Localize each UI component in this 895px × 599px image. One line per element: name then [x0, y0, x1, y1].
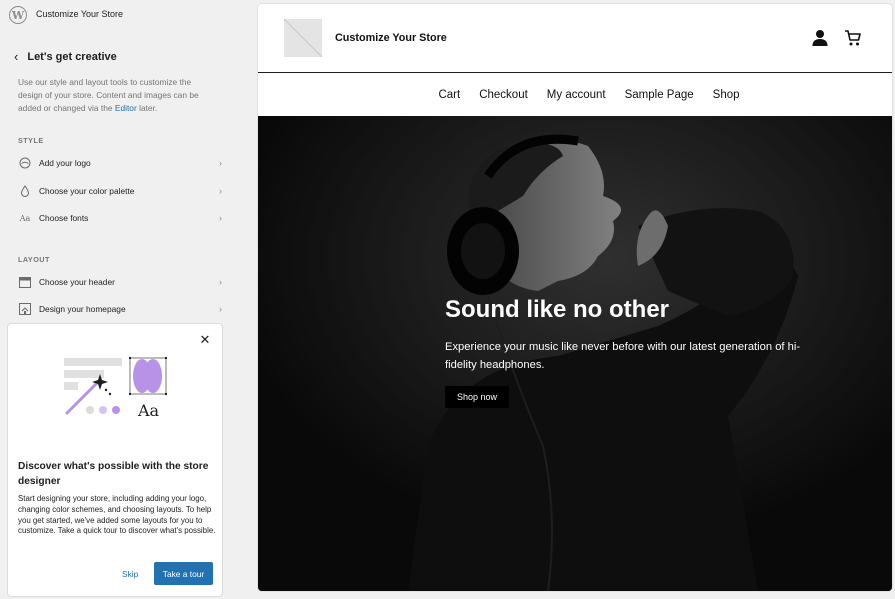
cart-icon[interactable]: [844, 29, 862, 47]
nav-item-label: Choose your color palette: [39, 186, 135, 196]
site-logo-placeholder[interactable]: [284, 19, 322, 57]
chevron-right-icon: ›: [219, 304, 222, 314]
nav-item-label: Choose your header: [39, 277, 115, 287]
typography-icon: Aa: [19, 213, 31, 223]
nav-item-label: Design your homepage: [39, 304, 126, 314]
account-icon[interactable]: [811, 29, 829, 47]
store-designer-illustration: Aa: [62, 354, 174, 424]
nav-item-add-logo[interactable]: Add your logo ›: [18, 152, 222, 174]
hero-cover: Sound like no other Experience your musi…: [258, 116, 892, 591]
tour-card: ✕ Aa Discover what's possible with the s…: [7, 323, 223, 597]
intro-text: Use our style and layout tools to custom…: [18, 76, 218, 115]
top-bar: W Customize Your Store: [0, 0, 236, 32]
layout-section-label: LAYOUT: [18, 255, 50, 264]
nav-item-design-homepage[interactable]: Design your homepage ›: [18, 298, 222, 320]
nav-item-choose-header[interactable]: Choose your header ›: [18, 271, 222, 293]
nav-item-label: Choose fonts: [39, 213, 89, 223]
tour-title: Discover what's possible with the store …: [18, 461, 209, 487]
store-preview: Customize Your Store Cart Checkout My ac…: [258, 4, 892, 591]
nav-link-sample-page[interactable]: Sample Page: [625, 89, 694, 101]
store-navigation: Cart Checkout My account Sample Page Sho…: [258, 74, 892, 116]
nav-item-color-palette[interactable]: Choose your color palette ›: [18, 180, 222, 202]
wordpress-logo-icon[interactable]: W: [9, 6, 27, 24]
nav-link-cart[interactable]: Cart: [438, 89, 460, 101]
nav-link-checkout[interactable]: Checkout: [479, 89, 528, 101]
chevron-right-icon: ›: [219, 277, 222, 287]
illustration-font-sample: Aa: [137, 401, 160, 420]
chevron-right-icon: ›: [219, 186, 222, 196]
header-layout-icon: [18, 275, 32, 289]
sidebar: W Customize Your Store ‹ Let's get creat…: [0, 0, 236, 599]
nav-item-choose-fonts[interactable]: Aa Choose fonts ›: [18, 207, 222, 229]
nav-link-shop[interactable]: Shop: [713, 89, 740, 101]
style-section-label: STYLE: [18, 136, 44, 145]
tour-description: Start designing your store, including ad…: [18, 494, 216, 536]
nav-link-my-account[interactable]: My account: [547, 89, 606, 101]
close-icon[interactable]: ✕: [198, 333, 212, 347]
hero-title: Sound like no other: [445, 296, 670, 323]
back-button[interactable]: ‹ Let's get creative: [14, 49, 117, 64]
store-header: Customize Your Store: [258, 4, 892, 73]
home-icon: [18, 302, 32, 316]
droplet-icon: [18, 184, 32, 198]
editor-link[interactable]: Editor: [115, 103, 137, 113]
hero-text: Experience your music like never before …: [445, 341, 801, 371]
intro-text-end: later.: [136, 103, 158, 113]
panel-title: Let's get creative: [27, 51, 117, 63]
header-icons: [811, 29, 862, 47]
intro-text-start: Use our style and layout tools to custom…: [18, 77, 199, 113]
take-tour-button[interactable]: Take a tour: [154, 562, 213, 585]
logo-circle-icon: [18, 156, 32, 170]
chevron-left-icon: ‹: [14, 49, 19, 64]
site-title: Customize Your Store: [36, 9, 124, 19]
skip-button[interactable]: Skip: [118, 563, 142, 585]
illustration-graphic: Aa: [64, 357, 167, 420]
shop-now-button[interactable]: Shop now: [445, 386, 509, 408]
nav-item-label: Add your logo: [39, 158, 91, 168]
chevron-right-icon: ›: [219, 158, 222, 168]
store-title[interactable]: Customize Your Store: [335, 32, 447, 44]
chevron-right-icon: ›: [219, 213, 222, 223]
